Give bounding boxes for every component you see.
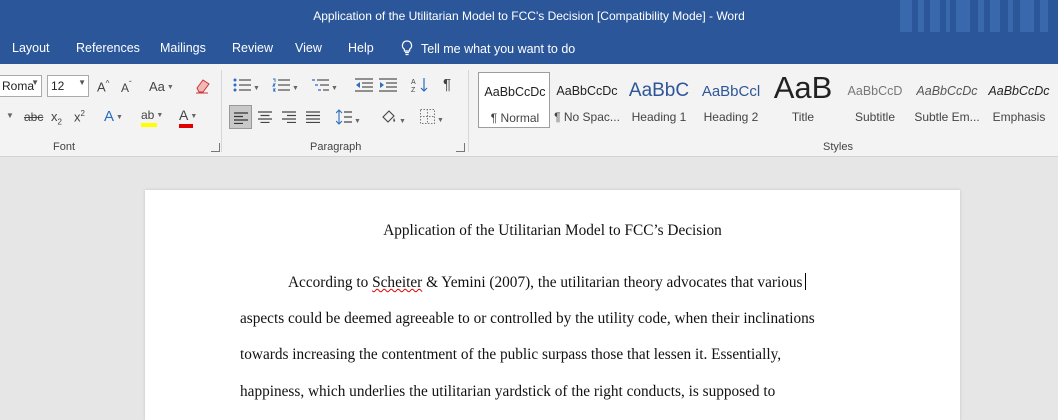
paragraph-line[interactable]: towards increasing the contentment of th…	[240, 346, 781, 364]
paragraph-group-label: Paragraph	[310, 141, 362, 153]
text-cursor	[805, 273, 807, 290]
subscript-icon[interactable]: x2	[51, 110, 62, 127]
font-dialog-launcher-icon[interactable]	[211, 143, 220, 152]
chevron-down-icon[interactable]: ▼	[6, 112, 14, 120]
clear-formatting-icon[interactable]	[194, 77, 212, 97]
style-preview: AaBbCcl	[701, 83, 761, 100]
align-left-icon	[234, 112, 248, 124]
font-group-label: Font	[53, 141, 76, 153]
font-name-value: Roma	[2, 79, 35, 93]
sort-icon[interactable]: AZ	[411, 77, 429, 95]
style-preview: AaBbCcDc	[556, 84, 618, 98]
style-subtle-emphasis[interactable]: AaBbCcDc Subtle Em...	[911, 72, 983, 128]
style-no-spacing[interactable]: AaBbCcDc ¶ No Spac...	[551, 72, 623, 128]
align-right-icon[interactable]	[282, 111, 296, 125]
group-divider	[221, 70, 222, 152]
tab-help[interactable]: Help	[348, 41, 374, 55]
styles-gallery: AaBbCcDc ¶ Normal AaBbCcDc ¶ No Spac... …	[478, 70, 1058, 136]
style-emphasis[interactable]: AaBbCcDc Emphasis	[983, 72, 1055, 128]
tab-references[interactable]: References	[76, 41, 140, 55]
style-name: Subtitle	[854, 110, 896, 124]
misspelled-word[interactable]: Scheiter	[372, 274, 422, 291]
highlight-color-swatch	[141, 123, 157, 127]
style-name: ¶ No Spac...	[554, 110, 620, 124]
tab-view[interactable]: View	[295, 41, 322, 55]
document-page[interactable]: Application of the Utilitarian Model to …	[145, 190, 960, 420]
tab-review[interactable]: Review	[232, 41, 273, 55]
chevron-down-icon: ▼	[31, 78, 39, 87]
paragraph-line[interactable]: aspects could be deemed agreeable to or …	[240, 310, 815, 328]
align-left-button[interactable]	[229, 105, 252, 129]
change-case-icon[interactable]: Aa ▼	[149, 80, 174, 93]
style-subtitle[interactable]: AaBbCcD Subtitle	[839, 72, 911, 128]
tell-me-label: Tell me what you want to do	[421, 42, 576, 56]
lightbulb-icon	[401, 40, 413, 56]
title-bar-pattern	[898, 0, 1058, 32]
title-bar: Application of the Utilitarian Model to …	[0, 0, 1058, 32]
style-preview: AaBbC	[628, 80, 690, 101]
style-normal[interactable]: AaBbCcDc ¶ Normal	[478, 72, 550, 128]
document-canvas[interactable]: Application of the Utilitarian Model to …	[0, 157, 1058, 420]
style-preview: AaBbCcDc	[988, 84, 1050, 98]
style-preview: AaBbCcD	[847, 84, 903, 98]
font-color-icon[interactable]: A ▼	[179, 108, 197, 128]
line-spacing-icon[interactable]: ▼	[335, 109, 361, 127]
svg-text:Z: Z	[411, 87, 416, 93]
style-preview: AaB	[773, 70, 833, 105]
highlight-color-icon[interactable]: ab ▼	[141, 108, 163, 127]
decrease-indent-icon[interactable]	[355, 78, 373, 94]
document-title[interactable]: Application of the Utilitarian Model to …	[145, 222, 960, 240]
style-title[interactable]: AaB Title	[767, 70, 839, 128]
paragraph-line[interactable]: happiness, which underlies the utilitari…	[240, 383, 775, 401]
tab-layout[interactable]: Layout	[12, 41, 50, 55]
style-name: Heading 1	[631, 110, 687, 124]
multilevel-list-icon[interactable]: ▼	[311, 78, 338, 94]
tab-mailings[interactable]: Mailings	[160, 41, 206, 55]
numbering-icon[interactable]: ▼	[271, 78, 299, 94]
font-size-combo[interactable]: 12 ▼	[47, 75, 89, 97]
paragraph-line[interactable]: According to Scheiter & Yemini (2007), t…	[288, 273, 807, 292]
bullets-icon[interactable]: ▼	[233, 78, 260, 94]
font-name-combo[interactable]: Roma ▼	[0, 75, 42, 97]
svg-text:A: A	[411, 79, 416, 86]
style-name: Emphasis	[992, 110, 1046, 124]
style-preview: AaBbCcDc	[484, 85, 546, 99]
ribbon: Roma ▼ 12 ▼ A^ Aˇ Aa ▼ ▼ abc x2 x2 A ▼ ab ▼ A…	[0, 64, 1058, 157]
font-size-value: 12	[51, 79, 65, 93]
style-name: Subtle Em...	[914, 110, 980, 124]
tell-me-search[interactable]: Tell me what you want to do	[401, 40, 575, 56]
style-name: Title	[791, 110, 815, 124]
text-effects-icon[interactable]: A ▼	[104, 109, 123, 124]
show-formatting-icon[interactable]: ¶	[443, 77, 451, 92]
ribbon-tabs: Layout References Mailings Review View H…	[0, 32, 1058, 64]
strikethrough-icon[interactable]: abc	[24, 111, 43, 123]
increase-indent-icon[interactable]	[379, 78, 397, 94]
font-color-swatch	[179, 124, 193, 128]
style-name: Heading 2	[703, 110, 759, 124]
group-divider	[468, 70, 469, 152]
chevron-down-icon: ▼	[78, 78, 86, 87]
style-preview: AaBbCcDc	[916, 84, 978, 98]
superscript-icon[interactable]: x2	[74, 110, 85, 124]
styles-group-label: Styles	[823, 141, 853, 153]
style-heading-2[interactable]: AaBbCcl Heading 2	[695, 72, 767, 128]
align-center-icon[interactable]	[258, 111, 272, 125]
style-name: ¶ Normal	[490, 111, 540, 125]
paragraph-dialog-launcher-icon[interactable]	[456, 143, 465, 152]
shading-icon[interactable]: ▼	[381, 109, 406, 127]
borders-icon[interactable]: ▼	[420, 109, 444, 126]
shrink-font-icon[interactable]: Aˇ	[121, 81, 132, 95]
grow-font-icon[interactable]: A^	[97, 80, 109, 94]
justify-icon[interactable]	[306, 111, 320, 125]
style-heading-1[interactable]: AaBbC Heading 1	[623, 72, 695, 128]
